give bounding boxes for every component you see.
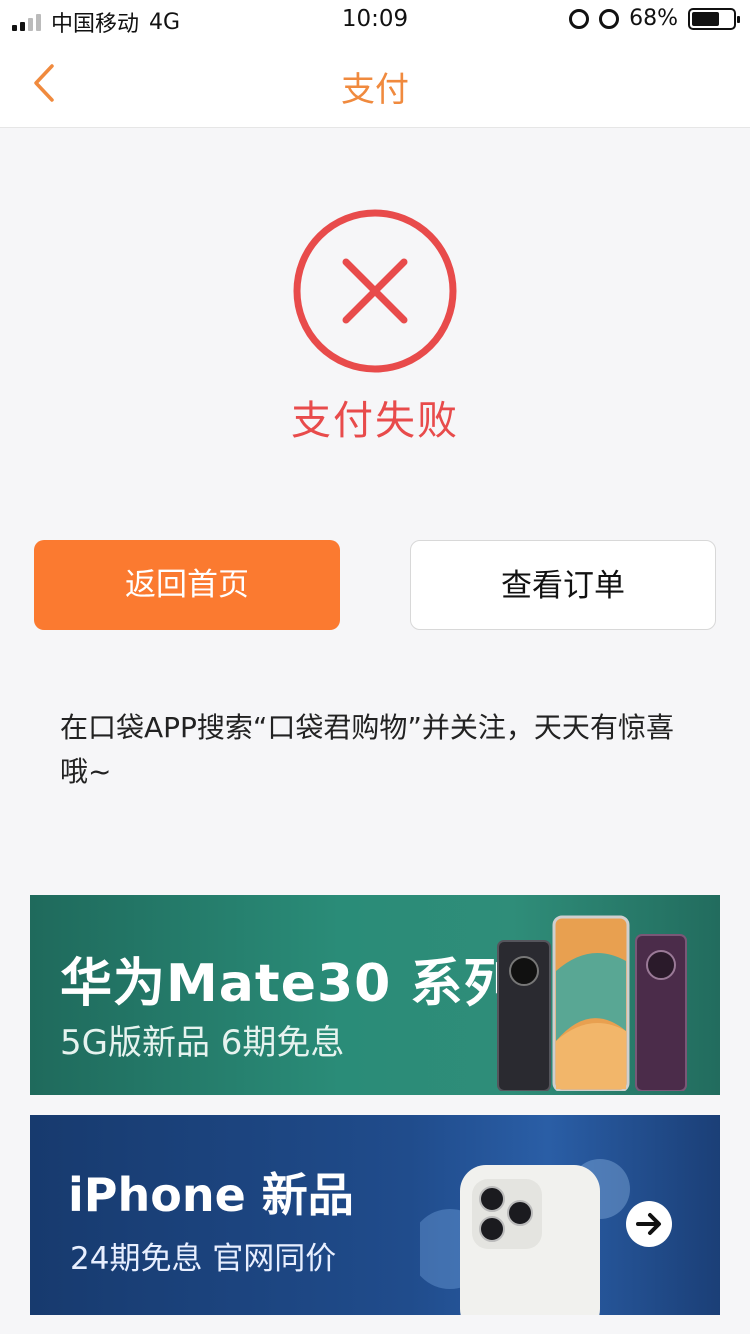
page-title: 支付 bbox=[341, 70, 409, 110]
status-right: 68% bbox=[569, 6, 740, 31]
iphone-image bbox=[420, 1159, 630, 1315]
payment-status-text: 支付失败 bbox=[291, 398, 459, 444]
banner-title: iPhone 新品 bbox=[68, 1168, 354, 1222]
arrow-right-icon bbox=[636, 1213, 661, 1235]
arrow-right-button[interactable] bbox=[626, 1201, 672, 1247]
alarm-icon bbox=[569, 8, 590, 29]
battery-icon bbox=[688, 7, 740, 30]
banner-subtitle: 5G版新品 6期免息 bbox=[60, 1023, 345, 1063]
view-order-button[interactable]: 查看订单 bbox=[410, 540, 716, 630]
banner-subtitle: 24期免息 官网同价 bbox=[70, 1241, 337, 1277]
nav-bar: 支付 bbox=[0, 40, 750, 128]
banner-title: 华为Mate30 系列 bbox=[60, 954, 517, 1014]
battery-percent: 68% bbox=[629, 6, 678, 31]
mate30-banner[interactable]: 华为Mate30 系列 5G版新品 6期免息 bbox=[30, 895, 720, 1095]
iphone-banner[interactable]: iPhone 新品 24期免息 官网同价 bbox=[30, 1115, 720, 1315]
status-bar: 中国移动 4G 10:09 68% bbox=[0, 0, 750, 40]
orientation-lock-icon bbox=[599, 8, 620, 29]
back-home-button[interactable]: 返回首页 bbox=[34, 540, 340, 630]
promo-tip: 在口袋APP搜索“口袋君购物”并关注，天天有惊喜哦~ bbox=[60, 711, 674, 788]
phones-image bbox=[497, 915, 687, 1091]
close-circle-icon bbox=[293, 209, 457, 373]
